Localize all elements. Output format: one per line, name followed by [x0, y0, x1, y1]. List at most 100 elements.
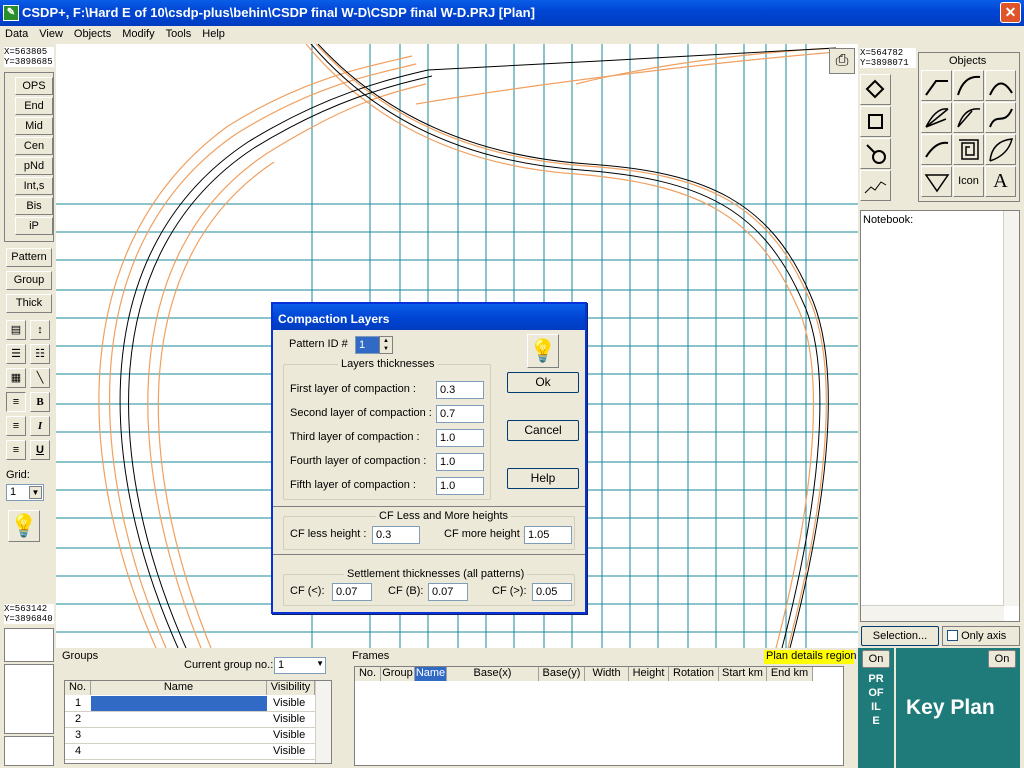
selection-button[interactable]: Selection... — [861, 626, 939, 646]
italic-icon[interactable]: I — [30, 416, 50, 436]
grid-select[interactable]: 1 ▼ — [6, 484, 44, 501]
groups-scrollbar[interactable] — [315, 681, 331, 763]
notebook-hscrollbar[interactable] — [861, 605, 1004, 621]
cf-less-input[interactable]: 0.3 — [372, 526, 420, 544]
ok-button[interactable]: Ok — [507, 372, 579, 393]
notebook-scrollbar[interactable] — [1003, 211, 1019, 606]
bold-icon[interactable]: B — [30, 392, 50, 412]
line-icon[interactable]: ╲ — [30, 368, 50, 388]
table-icon[interactable]: ▦ — [6, 368, 26, 388]
underline-icon[interactable]: U — [30, 440, 50, 460]
menu-help[interactable]: Help — [197, 26, 231, 40]
properties-icon[interactable]: ▤ — [6, 320, 26, 340]
profile-line-icon[interactable] — [860, 170, 891, 201]
coord-top-right: X=564782 Y=3898071 — [860, 48, 916, 68]
fourth-layer-input[interactable]: 1.0 — [436, 453, 484, 471]
menu-data[interactable]: Data — [0, 26, 34, 40]
close-button[interactable]: ✕ — [1000, 2, 1021, 23]
third-layer-input[interactable]: 1.0 — [436, 429, 484, 447]
snap-pnd-button[interactable]: pNd — [15, 157, 53, 175]
current-group-select[interactable]: 1 ▼ — [274, 657, 326, 674]
row-visibility[interactable]: Visible — [267, 728, 315, 744]
layer-label: Fifth layer of compaction : — [290, 479, 416, 491]
icon-tool-button[interactable]: Icon — [953, 166, 984, 197]
spiral-arc-icon[interactable] — [985, 70, 1016, 101]
col-no: No. — [65, 681, 91, 695]
row-name[interactable] — [91, 744, 267, 760]
settle-group-title: Settlement thicknesses (all patterns) — [344, 568, 528, 580]
menu-tools[interactable]: Tools — [161, 26, 198, 40]
separator — [273, 554, 585, 555]
cf-lt-input[interactable]: 0.07 — [332, 583, 372, 601]
snap-toolbar: OPS End Mid Cen pNd Int,s Bis iP — [4, 72, 54, 242]
menu-modify[interactable]: Modify — [117, 26, 160, 40]
triangle-icon[interactable] — [921, 166, 952, 197]
leaf-icon[interactable] — [985, 134, 1016, 165]
cancel-button[interactable]: Cancel — [507, 420, 579, 441]
cf-more-input[interactable]: 1.05 — [524, 526, 572, 544]
keyplan-on-button[interactable]: On — [988, 650, 1016, 668]
help-button[interactable]: Help — [507, 468, 579, 489]
fifth-layer-input[interactable]: 1.0 — [436, 477, 484, 495]
snap-ops-button[interactable]: OPS — [15, 77, 53, 95]
cf-gt-input[interactable]: 0.05 — [532, 583, 572, 601]
only-axis-checkbox[interactable]: Only axis — [942, 626, 1020, 646]
group-button[interactable]: Group — [6, 271, 52, 290]
align-left-icon[interactable]: ≡ — [6, 392, 26, 412]
dialog-title: Compaction Layers — [273, 304, 585, 330]
menu-view[interactable]: View — [34, 26, 69, 40]
snap-end-button[interactable]: End — [15, 97, 53, 115]
polyline-icon[interactable] — [921, 70, 952, 101]
col-name: Name — [415, 667, 447, 681]
row-name-selected[interactable] — [91, 696, 267, 712]
list-icon[interactable]: ☰ — [6, 344, 26, 364]
row-visibility[interactable]: Visible — [267, 696, 315, 712]
align-center-icon[interactable]: ≡ — [6, 416, 26, 436]
coord-y: Y=3898685 — [4, 57, 53, 67]
row-visibility[interactable]: Visible — [267, 712, 315, 728]
print-icon[interactable]: ⎙ — [829, 48, 855, 74]
profile-on-button[interactable]: On — [862, 650, 890, 668]
fan-icon[interactable] — [921, 102, 952, 133]
row-no: 3 — [65, 728, 91, 744]
first-layer-input[interactable]: 0.3 — [436, 381, 484, 399]
zoom-out-icon[interactable] — [860, 74, 891, 105]
row-no: 4 — [65, 744, 91, 760]
lightbulb-icon[interactable]: 💡 — [527, 334, 559, 368]
groups-title: Groups — [62, 650, 99, 662]
list-detail-icon[interactable]: ☷ — [30, 344, 50, 364]
pan-icon[interactable] — [860, 138, 891, 169]
row-visibility[interactable]: Visible — [267, 744, 315, 760]
sort-az-icon[interactable]: ↕ — [30, 320, 50, 340]
left-empty-box — [4, 736, 54, 766]
snap-ip-button[interactable]: iP — [15, 217, 53, 235]
snap-mid-button[interactable]: Mid — [15, 117, 53, 135]
left-empty-box — [4, 664, 54, 734]
snap-ints-button[interactable]: Int,s — [15, 177, 53, 195]
pattern-button[interactable]: Pattern — [6, 248, 52, 267]
col-rotation: Rotation — [669, 667, 719, 681]
row-name[interactable] — [91, 728, 267, 744]
curve-line-icon[interactable] — [921, 134, 952, 165]
checkbox-box[interactable] — [947, 630, 958, 641]
align-right-icon[interactable]: ≡ — [6, 440, 26, 460]
notebook-panel[interactable]: Notebook: — [860, 210, 1020, 622]
row-name[interactable] — [91, 712, 267, 728]
thick-button[interactable]: Thick — [6, 294, 52, 313]
chevron-down-icon[interactable]: ▼ — [29, 486, 42, 499]
arc-icon[interactable] — [953, 70, 984, 101]
menu-objects[interactable]: Objects — [69, 26, 117, 40]
snap-cen-button[interactable]: Cen — [15, 137, 53, 155]
snap-bis-button[interactable]: Bis — [15, 197, 53, 215]
zoom-in-icon[interactable] — [860, 106, 891, 137]
second-layer-input[interactable]: 0.7 — [436, 405, 484, 423]
chevron-down-icon[interactable]: ▼ — [316, 659, 324, 668]
text-tool-button[interactable]: A — [985, 166, 1016, 197]
curve-icon[interactable] — [985, 102, 1016, 133]
cf-b-input[interactable]: 0.07 — [428, 583, 468, 601]
fan-arc-icon[interactable] — [953, 102, 984, 133]
pattern-id-spinner[interactable]: ▲ ▼ — [379, 336, 393, 354]
pattern-id-input[interactable]: 1 — [355, 336, 381, 354]
square-spiral-icon[interactable] — [953, 134, 984, 165]
lightbulb-icon[interactable]: 💡 — [8, 510, 40, 542]
